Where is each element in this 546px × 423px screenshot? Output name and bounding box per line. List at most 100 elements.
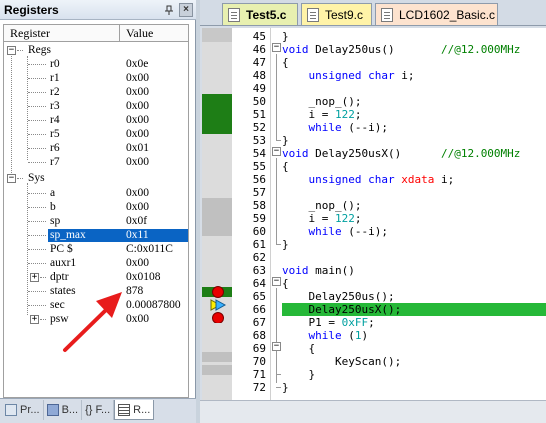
code-line[interactable]: i = 122; — [282, 108, 546, 121]
tree-group-sys[interactable]: − Sys — [4, 172, 188, 185]
pin-icon[interactable] — [162, 3, 176, 17]
tab-test5[interactable]: Test5.c — [222, 3, 298, 25]
line-number: 48 — [252, 69, 266, 82]
code-line[interactable] — [282, 186, 546, 199]
expand-icon[interactable]: + — [30, 315, 39, 324]
register-row[interactable]: r4 0x00 — [4, 114, 188, 127]
breakpoint-icon[interactable] — [212, 286, 224, 298]
file-icon — [381, 7, 393, 22]
register-row[interactable]: PC $ C:0x011C — [4, 243, 188, 256]
close-icon[interactable]: × — [179, 2, 193, 17]
line-number: 68 — [252, 329, 266, 342]
code-line[interactable]: { — [282, 277, 546, 290]
code-line[interactable]: void Delay250us() //@12.000MHz — [282, 43, 546, 56]
breakpoint-icon[interactable] — [212, 312, 224, 324]
code-line[interactable] — [282, 82, 546, 95]
code-line[interactable]: while (1) — [282, 329, 546, 342]
code-text[interactable]: } void Delay250us() //@12.000MHz{ unsigne… — [282, 28, 546, 400]
code-line[interactable]: while (--i); — [282, 121, 546, 134]
register-row[interactable]: b 0x00 — [4, 201, 188, 214]
register-row[interactable]: states 878 — [4, 285, 188, 298]
fold-minus-icon[interactable]: − — [272, 43, 281, 52]
tab-books[interactable]: B... — [44, 400, 83, 420]
fold-gutter[interactable]: − − − − — [270, 28, 282, 400]
line-number: 60 — [252, 225, 266, 238]
expand-icon[interactable]: + — [30, 273, 39, 282]
code-line[interactable]: } — [282, 381, 546, 394]
line-number: 63 — [252, 264, 266, 277]
registers-panel: Registers × Register Value − Regs r0 0x0e… — [0, 0, 196, 423]
register-row[interactable]: + dptr 0x0108 — [4, 271, 188, 284]
register-row[interactable]: r0 0x0e — [4, 58, 188, 71]
code-line[interactable]: { — [282, 342, 546, 355]
code-line[interactable]: unsigned char i; — [282, 69, 546, 82]
register-row[interactable]: sp 0x0f — [4, 215, 188, 228]
tab-test9[interactable]: Test9.c — [301, 3, 372, 25]
tab-project[interactable]: Pr... — [2, 400, 44, 420]
code-line[interactable]: KeyScan(); — [282, 355, 546, 368]
code-line[interactable]: unsigned char xdata i; — [282, 173, 546, 186]
line-number: 51 — [252, 108, 266, 121]
line-number: 47 — [252, 56, 266, 69]
line-number: 69 — [252, 342, 266, 355]
code-line[interactable]: void Delay250usX() //@12.000MHz — [282, 147, 546, 160]
line-number: 70 — [252, 355, 266, 368]
register-row[interactable]: auxr1 0x00 — [4, 257, 188, 270]
fold-minus-icon[interactable]: − — [272, 147, 281, 156]
line-number: 71 — [252, 368, 266, 381]
fold-minus-icon[interactable]: − — [272, 342, 281, 351]
code-editor: Test5.c Test9.c LCD1602_Basic.c 45 46 47… — [200, 0, 546, 423]
tab-lcd1602-basic[interactable]: LCD1602_Basic.c — [375, 3, 498, 25]
register-row[interactable]: r7 0x00 — [4, 156, 188, 169]
register-row[interactable]: r6 0x01 — [4, 142, 188, 155]
registers-tree: − Regs r0 0x0e r1 0x00 r2 0x00 r3 0x00 r4 0x0… — [3, 42, 189, 398]
horizontal-scrollbar[interactable] — [200, 400, 546, 423]
registers-table-header: Register Value — [3, 24, 189, 42]
line-number: 52 — [252, 121, 266, 134]
fold-minus-icon[interactable]: − — [272, 277, 281, 286]
register-row[interactable]: r5 0x00 — [4, 128, 188, 141]
code-line[interactable]: void main() — [282, 264, 546, 277]
tab-functions[interactable]: {} F... — [82, 400, 115, 420]
code-line[interactable] — [282, 251, 546, 264]
line-number: 49 — [252, 82, 266, 95]
code-line[interactable]: } — [282, 368, 546, 381]
column-header-value[interactable]: Value — [120, 25, 188, 41]
code-line-current[interactable]: Delay250usX(); — [282, 303, 546, 316]
collapse-icon[interactable]: − — [7, 174, 16, 183]
file-tab-bar: Test5.c Test9.c LCD1602_Basic.c — [200, 0, 546, 26]
line-number: 50 — [252, 95, 266, 108]
books-icon — [46, 404, 59, 416]
code-view[interactable]: 45 46 47 48 49 50 51 52 53 54 55 56 57 58 59 60 61 62 63 64… — [202, 28, 546, 400]
collapse-icon[interactable]: − — [7, 46, 16, 55]
line-number: 45 — [252, 30, 266, 43]
tree-group-regs[interactable]: − Regs — [4, 44, 188, 57]
line-number: 61 — [252, 238, 266, 251]
code-line[interactable]: while (--i); — [282, 225, 546, 238]
code-line[interactable]: { — [282, 56, 546, 69]
register-row[interactable]: r2 0x00 — [4, 86, 188, 99]
register-row[interactable]: + psw 0x00 — [4, 313, 188, 326]
code-line[interactable]: _nop_(); — [282, 95, 546, 108]
code-line[interactable]: P1 = 0xFF; — [282, 316, 546, 329]
code-line[interactable]: } — [282, 238, 546, 251]
column-header-register[interactable]: Register — [4, 25, 120, 41]
register-row[interactable]: a 0x00 — [4, 187, 188, 200]
code-line[interactable]: _nop_(); — [282, 199, 546, 212]
line-number: 57 — [252, 186, 266, 199]
coverage-margin[interactable] — [202, 28, 232, 400]
panel-bottom-tabs: Pr... B... {} F... R... — [0, 398, 196, 423]
code-line[interactable]: Delay250us(); — [282, 290, 546, 303]
register-row[interactable]: r3 0x00 — [4, 100, 188, 113]
cursor-arrow-icon — [215, 299, 227, 311]
code-line[interactable]: i = 122; — [282, 212, 546, 225]
code-line[interactable]: } — [282, 30, 546, 43]
code-line[interactable]: } — [282, 134, 546, 147]
tab-registers[interactable]: R... — [114, 400, 155, 420]
registers-title: Registers — [4, 2, 59, 17]
register-row[interactable]: sec 0.00087800 — [4, 299, 188, 312]
line-number: 67 — [252, 316, 266, 329]
register-row-selected[interactable]: sp_max 0x11 — [4, 229, 188, 242]
register-row[interactable]: r1 0x00 — [4, 72, 188, 85]
code-line[interactable]: { — [282, 160, 546, 173]
